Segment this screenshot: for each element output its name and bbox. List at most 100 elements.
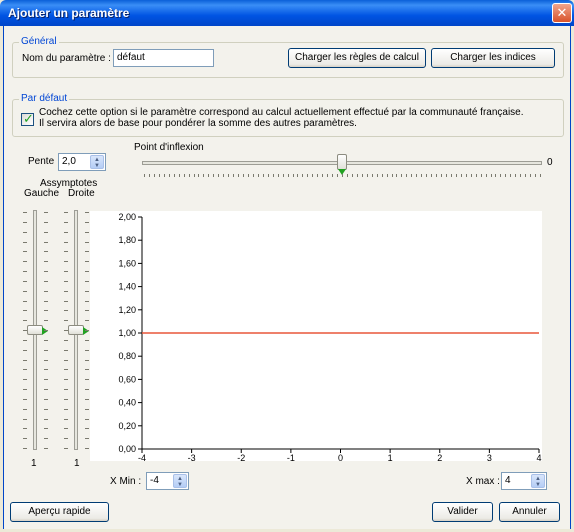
slider-tick — [64, 300, 68, 302]
load-indices-button[interactable]: Charger les indices — [431, 48, 555, 68]
slider-tick — [366, 174, 368, 177]
slider-tick — [85, 212, 89, 213]
y-tick-label: 1,00 — [118, 328, 136, 338]
validate-button[interactable]: Valider — [432, 502, 493, 522]
spin-arrows-icon[interactable]: ▲ ▼ — [531, 474, 545, 488]
slider-tick — [168, 174, 170, 177]
slider-tick — [44, 438, 48, 440]
slider-tick — [44, 369, 48, 371]
default-checkbox[interactable]: ✓ — [21, 111, 34, 126]
slider-tick — [342, 174, 343, 177]
slider-tick — [238, 174, 240, 177]
slider-tick — [85, 320, 89, 322]
pente-stepper[interactable]: 2,0 ▲ ▼ — [58, 153, 106, 171]
x-tick-label: -4 — [138, 453, 146, 461]
slider-tick — [371, 174, 373, 177]
slider-tick — [475, 174, 477, 177]
slider-tick — [267, 174, 269, 177]
slider-tick — [44, 241, 48, 243]
slider-tick — [85, 271, 89, 272]
asymptote-left-thumb[interactable] — [27, 325, 48, 335]
slider-tick — [287, 174, 289, 177]
slider-tick — [85, 300, 89, 302]
slider-tick — [173, 174, 175, 177]
title-bar[interactable]: Ajouter un paramètre ✕ — [0, 0, 574, 26]
slider-tick — [64, 261, 68, 263]
slider-tick — [391, 174, 393, 177]
slider-tick — [465, 174, 467, 177]
cancel-button[interactable]: Annuler — [499, 502, 560, 522]
slider-tick — [23, 369, 27, 371]
y-tick-label: 1,40 — [118, 282, 136, 292]
slider-tick — [23, 290, 27, 292]
slider-tick — [44, 448, 48, 449]
slider-tick — [64, 212, 68, 213]
x-tick-label: -1 — [287, 453, 295, 461]
slider-tick — [85, 290, 89, 292]
slider-tick — [44, 330, 48, 331]
load-rules-button[interactable]: Charger les règles de calcul — [288, 48, 426, 68]
slider-tick — [64, 241, 68, 243]
slider-tick — [223, 174, 225, 177]
slider-tick — [44, 418, 48, 420]
slider-tick — [158, 174, 160, 177]
slider-tick — [44, 320, 48, 322]
slider-tick — [44, 389, 48, 390]
slider-tick — [356, 174, 358, 177]
x-tick-label: -2 — [237, 453, 245, 461]
slider-tick — [23, 349, 27, 351]
slider-tick — [520, 174, 522, 177]
slider-tick — [23, 339, 27, 341]
y-tick-label: 2,00 — [118, 212, 136, 222]
slider-tick — [85, 448, 89, 449]
slider-tick — [337, 174, 339, 177]
close-button[interactable]: ✕ — [552, 3, 572, 23]
slider-tick — [163, 174, 165, 177]
chart-area: 0,00 0,20 0,40 0,60 0,80 1,00 1,20 1,40 1,60 1,80… — [90, 211, 542, 463]
slider-tick — [64, 290, 68, 292]
slider-tick — [218, 174, 220, 177]
slider-tick — [23, 300, 27, 302]
inflexion-value: 0 — [547, 157, 553, 168]
inflexion-slider-thumb[interactable] — [337, 154, 347, 175]
slider-tick — [455, 174, 457, 177]
spin-arrows-icon[interactable]: ▲ ▼ — [90, 155, 104, 169]
slider-tick — [64, 369, 68, 371]
slider-tick — [85, 330, 89, 331]
slider-tick — [23, 241, 27, 243]
asymptote-right-thumb[interactable] — [68, 325, 89, 335]
slider-tick — [470, 174, 472, 177]
xmin-value: -4 — [150, 475, 159, 486]
slider-tick — [450, 174, 452, 177]
check-icon: ✓ — [23, 111, 34, 126]
slider-tick — [23, 221, 27, 223]
xmin-stepper[interactable]: -4 ▲ ▼ — [146, 472, 189, 490]
name-input[interactable]: défaut — [113, 49, 214, 67]
slider-tick — [85, 408, 89, 410]
slider-tick — [23, 379, 27, 381]
x-tick-label: 1 — [388, 453, 393, 461]
slider-tick — [322, 174, 324, 177]
slider-tick — [208, 174, 210, 177]
slider-tick — [252, 174, 254, 177]
slider-tick — [228, 174, 230, 177]
x-tick-label: -3 — [188, 453, 196, 461]
slider-tick — [317, 174, 319, 177]
slider-tick — [85, 389, 89, 390]
asymptote-left-value: 1 — [31, 458, 37, 469]
preview-button[interactable]: Aperçu rapide — [10, 502, 109, 522]
slider-tick — [44, 398, 48, 400]
slider-tick — [44, 379, 48, 381]
xmax-stepper[interactable]: 4 ▲ ▼ — [501, 472, 547, 490]
slider-tick — [23, 261, 27, 263]
slider-tick — [272, 174, 274, 177]
slider-tick — [85, 398, 89, 400]
spin-arrows-icon[interactable]: ▲ ▼ — [173, 474, 187, 488]
slider-tick — [23, 359, 27, 361]
slider-tick — [421, 174, 423, 177]
slider-tick — [203, 174, 205, 177]
slider-tick — [495, 174, 497, 177]
y-tick-label: 0,40 — [118, 398, 136, 408]
slider-tick — [505, 174, 507, 177]
slider-tick — [23, 438, 27, 440]
